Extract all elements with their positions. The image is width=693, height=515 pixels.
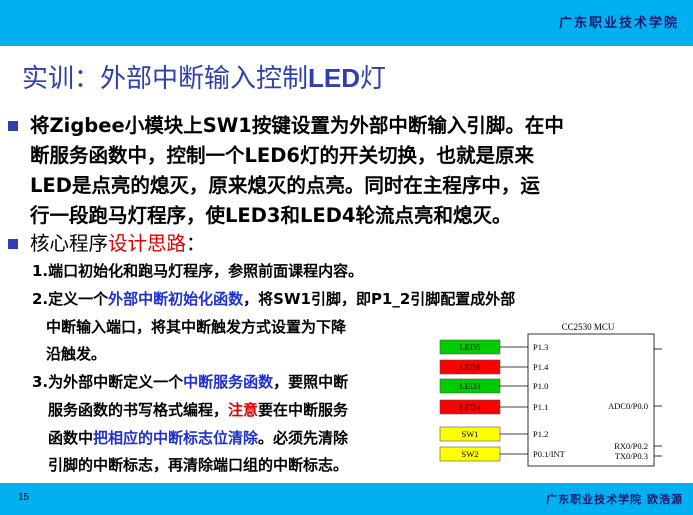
step-3-text: 服务函数的书写格式编程， [48, 401, 229, 419]
intro-line: 断服务函数中，控制一个LED6灯的开关切换，也就是原来 [30, 144, 535, 167]
pin-label: P1.4 [533, 362, 549, 372]
bullet-square-icon [8, 121, 18, 131]
right-pin-label: ADC0/P0.0 [608, 401, 648, 411]
step-3-text: ，要照中断 [273, 373, 349, 391]
step-3-highlight: 中断服务函数 [183, 373, 274, 391]
right-pin-label: RX0/P0.2 [614, 441, 648, 451]
step-3: 3.为外部中断定义一个中断服务函数，要照中断 [32, 369, 348, 396]
slide-title: 实训：外部中断输入控制LED灯 [22, 58, 386, 95]
step-3-line-4: 引脚的中断标志，再清除端口组的中断标志。 [48, 456, 349, 474]
pin-label: P0.1/INT [533, 449, 566, 459]
pin-label: P1.1 [533, 402, 548, 412]
step-3-line-3: 函数中把相应的中断标志位清除。必须先清除 [48, 425, 348, 452]
step-3-highlight: 把相应的中断标志位清除 [93, 429, 259, 447]
signal-label: LED6 [460, 362, 481, 372]
chip-label: CC2530 MCU [562, 322, 615, 332]
header-bar: 广东职业技术学院 [0, 0, 693, 46]
title-prefix: 实训：外部中断输入控制 [22, 64, 309, 94]
page-number: 15 [18, 492, 30, 503]
step-3-text: 要在中断服务 [258, 401, 349, 419]
core-heading: 核心程序设计思路： [30, 229, 670, 259]
core-highlight: 设计思路 [108, 232, 187, 255]
signal-label: LED4 [460, 402, 482, 412]
core-label: 核心程序 [30, 232, 109, 255]
step-3-text: 。必须先清除 [258, 429, 349, 447]
bullet-square-icon [8, 239, 18, 249]
signal-label: LED3 [460, 381, 481, 391]
step-2: 2.定义一个外部中断初始化函数，将SW1引脚，即P1_2引脚配置成外部 [32, 286, 515, 313]
title-latin: LED [308, 63, 361, 93]
institution-name: 广东职业技术学院 [558, 16, 679, 31]
intro-line: 将Zigbee小模块上SW1按键设置为外部中断输入引脚。在中 [30, 114, 564, 137]
step-2-highlight: 外部中断初始化函数 [108, 290, 244, 308]
mcu-pin-diagram: CC2530 MCU LED5 P1.3 LED6 P1.4 LED3 P1.0 LED4 P… [439, 322, 662, 467]
footer-bar: 15 广东职业技术学院 欧浩源 [0, 483, 693, 515]
step-3-text: 3.为外部中断定义一个 [32, 373, 184, 391]
intro-line: 行一段跑马灯程序，使LED3和LED4轮流点亮和熄灭。 [30, 204, 512, 227]
step-2-text: ，将SW1引脚，即P1_2引脚配置成外部 [243, 290, 516, 308]
intro-line: LED是点亮的熄灭，原来熄灭的点亮。同时在主程序中，运 [30, 174, 540, 197]
title-suffix: 灯 [360, 64, 387, 94]
right-pin-label: TX0/P0.3 [615, 451, 648, 461]
intro-paragraph: 将Zigbee小模块上SW1按键设置为外部中断输入引脚。在中 断服务函数中，控制… [30, 111, 670, 231]
pin-label: P1.2 [533, 429, 548, 439]
signal-label: SW2 [462, 449, 479, 459]
step-1: 1.端口初始化和跑马灯程序，参照前面课程内容。 [32, 262, 364, 280]
footer-text: 广东职业技术学院 欧浩源 [546, 493, 683, 506]
step-3-line-2: 服务函数的书写格式编程，注意要在中断服务 [48, 397, 348, 424]
step-2-line-2: 中断输入端口，将其中断触发方式设置为下降 [46, 318, 347, 336]
signal-label: SW1 [462, 429, 479, 439]
step-2-text: 2.定义一个 [32, 290, 109, 308]
step-2-line-3: 沿触发。 [46, 345, 107, 363]
signal-label: LED5 [460, 342, 481, 352]
pin-label: P1.3 [533, 342, 548, 352]
step-3-text: 函数中 [48, 429, 94, 447]
core-colon: ： [186, 232, 206, 255]
pin-label: P1.0 [533, 381, 548, 391]
step-3-note: 注意 [228, 401, 259, 419]
